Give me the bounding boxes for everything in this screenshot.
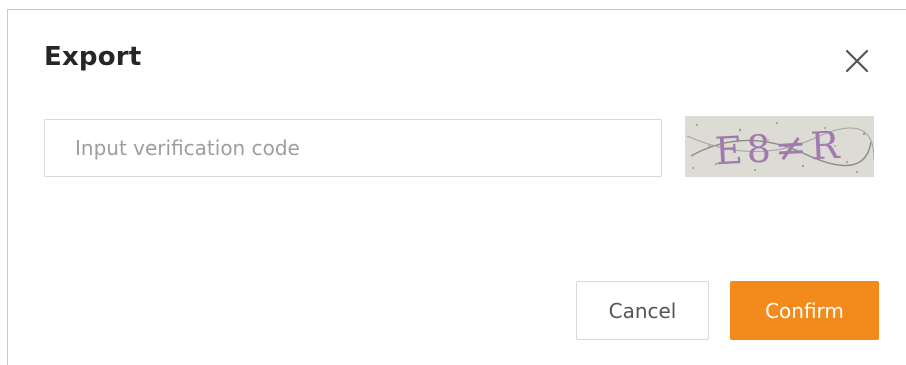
verification-code-input[interactable] — [44, 119, 662, 177]
cancel-button[interactable]: Cancel — [576, 281, 709, 340]
confirm-button[interactable]: Confirm — [730, 281, 879, 340]
export-dialog: Export E8≠R Cancel Confirm — [0, 0, 906, 365]
dialog-title: Export — [44, 42, 142, 72]
close-button[interactable] — [840, 44, 874, 78]
captcha-text: E8≠R — [714, 123, 845, 174]
close-icon — [845, 49, 869, 73]
dialog-left-border — [7, 9, 8, 365]
dialog-top-border — [7, 9, 906, 10]
captcha-image[interactable]: E8≠R — [685, 116, 874, 177]
captcha-graphic: E8≠R — [685, 116, 874, 177]
